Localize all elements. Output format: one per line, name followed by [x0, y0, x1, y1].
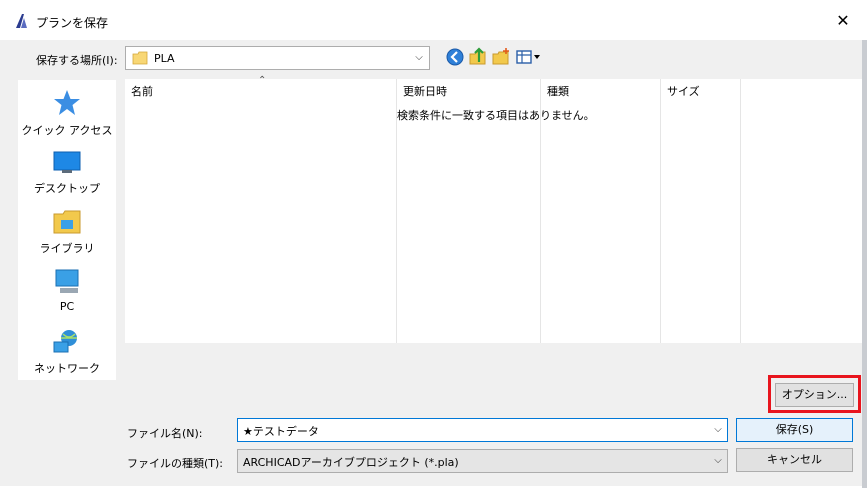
- column-header-name[interactable]: 名前: [125, 79, 396, 101]
- location-combobox[interactable]: PLA ⌵: [125, 46, 430, 70]
- column-divider: [740, 79, 741, 343]
- chevron-down-icon[interactable]: ⌵: [411, 49, 427, 67]
- star-icon: [54, 90, 80, 115]
- filename-value: ★テストデータ: [243, 425, 319, 438]
- filetype-label: ファイルの種類(T):: [127, 457, 224, 470]
- column-divider: [660, 79, 661, 343]
- place-pc[interactable]: PC: [18, 268, 116, 324]
- place-library[interactable]: ライブラリ: [18, 208, 116, 264]
- archicad-app-icon: [16, 14, 27, 28]
- column-header-size[interactable]: サイズ: [661, 79, 740, 101]
- file-list[interactable]: ⌃ 名前 更新日時 種類 サイズ 検索条件に一致する項目はありません。: [125, 75, 862, 343]
- column-header-type[interactable]: 種類: [541, 79, 660, 101]
- column-header-modified[interactable]: 更新日時: [397, 79, 540, 101]
- place-network[interactable]: ネットワーク: [18, 328, 116, 384]
- place-quick-access[interactable]: クイック アクセス: [18, 88, 116, 144]
- library-icon: [53, 210, 81, 234]
- chevron-down-icon[interactable]: ⌵: [710, 421, 726, 439]
- cancel-button[interactable]: キャンセル: [736, 448, 853, 472]
- pc-icon: [55, 269, 79, 293]
- place-label: デスクトップ: [34, 182, 100, 195]
- place-label: ライブラリ: [39, 242, 95, 255]
- title-bar: プランを保存 ✕: [0, 0, 867, 40]
- highlight-box: [768, 375, 861, 413]
- location-label: 保存する場所(I):: [36, 54, 118, 67]
- filename-label: ファイル名(N):: [127, 427, 203, 440]
- new-folder-icon[interactable]: [491, 47, 511, 67]
- place-label: クイック アクセス: [21, 124, 113, 137]
- network-icon: [53, 330, 77, 353]
- window-title: プランを保存: [36, 16, 109, 30]
- up-folder-icon[interactable]: [468, 47, 488, 67]
- filetype-select[interactable]: ARCHICADアーカイブプロジェクト (*.pla) ⌵: [237, 449, 728, 473]
- filename-input[interactable]: ★テストデータ ⌵: [237, 418, 728, 442]
- place-label: PC: [59, 300, 75, 313]
- back-icon[interactable]: [445, 47, 465, 67]
- location-value: PLA: [154, 52, 175, 65]
- chevron-down-icon[interactable]: ⌵: [710, 452, 726, 470]
- filetype-value: ARCHICADアーカイブプロジェクト (*.pla): [243, 456, 459, 469]
- save-button[interactable]: 保存(S): [736, 418, 853, 442]
- place-label: ネットワーク: [34, 362, 100, 375]
- desktop-icon: [53, 151, 81, 173]
- view-menu-icon[interactable]: [515, 47, 543, 67]
- background-window-strip: [862, 40, 867, 488]
- place-desktop[interactable]: デスクトップ: [18, 150, 116, 206]
- folder-icon: [132, 51, 148, 65]
- empty-message: 検索条件に一致する項目はありません。: [397, 109, 595, 122]
- places-bar: クイック アクセス デスクトップ ライブラリ PC ネットワーク: [18, 80, 116, 380]
- close-icon[interactable]: ✕: [830, 9, 856, 33]
